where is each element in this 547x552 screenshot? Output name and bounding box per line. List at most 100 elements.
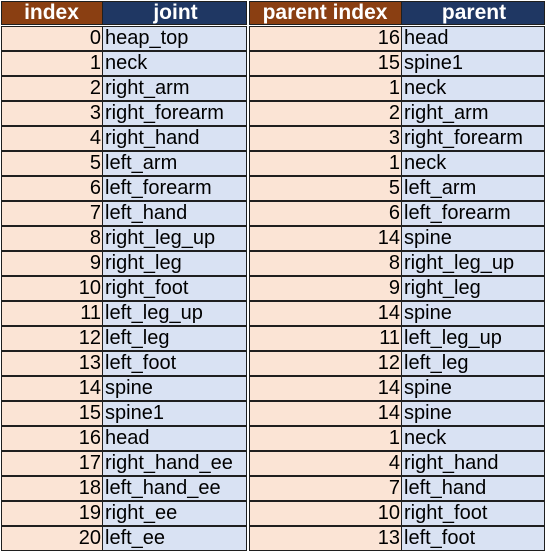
index-cell: 10 xyxy=(1,276,103,301)
table-row: 1 neck xyxy=(249,76,545,101)
table-row: 5 left_arm xyxy=(1,151,247,176)
header-joint: joint xyxy=(102,1,247,25)
parent-index-cell: 14 xyxy=(249,376,402,401)
index-cell: 4 xyxy=(1,126,103,151)
joint-cell: right_ee xyxy=(102,501,247,526)
parent-index-cell: 14 xyxy=(249,301,402,326)
table-row: 3 right_forearm xyxy=(1,101,247,126)
parent-cell: left_hand xyxy=(401,476,545,501)
table-row: 9 right_leg xyxy=(249,276,545,301)
parent-cell: neck xyxy=(401,151,545,176)
table-row: 10 right_foot xyxy=(249,501,545,526)
table-row: 13 left_foot xyxy=(249,526,545,551)
parent-cell: left_foot xyxy=(401,526,545,551)
index-cell: 16 xyxy=(1,426,103,451)
header-parent-index: parent index xyxy=(249,1,402,25)
parent-index-cell: 8 xyxy=(249,251,402,276)
joint-cell: left_arm xyxy=(102,151,247,176)
joint-cell: heap_top xyxy=(102,26,247,51)
parent-index-cell: 12 xyxy=(249,351,402,376)
parent-index-cell: 3 xyxy=(249,126,402,151)
index-cell: 19 xyxy=(1,501,103,526)
parent-cell: left_leg_up xyxy=(401,326,545,351)
table-row: 12 left_leg xyxy=(249,351,545,376)
table-row: 0 heap_top xyxy=(1,26,247,51)
table-row: 15 spine1 xyxy=(249,51,545,76)
parent-cell: right_leg_up xyxy=(401,251,545,276)
index-cell: 15 xyxy=(1,401,103,426)
parent-cell: spine xyxy=(401,226,545,251)
joint-cell: left_leg_up xyxy=(102,301,247,326)
parent-index-cell: 11 xyxy=(249,326,402,351)
parent-index-cell: 10 xyxy=(249,501,402,526)
table-row: 17 right_hand_ee xyxy=(1,451,247,476)
index-cell: 8 xyxy=(1,226,103,251)
parent-index-cell: 1 xyxy=(249,426,402,451)
parent-cell: neck xyxy=(401,76,545,101)
index-cell: 3 xyxy=(1,101,103,126)
table-row: 14 spine xyxy=(249,226,545,251)
parent-index-cell: 7 xyxy=(249,476,402,501)
parent-cell: spine xyxy=(401,401,545,426)
joint-cell: right_arm xyxy=(102,76,247,101)
parent-cell: neck xyxy=(401,426,545,451)
index-cell: 0 xyxy=(1,26,103,51)
parent-index-cell: 4 xyxy=(249,451,402,476)
joint-cell: right_hand_ee xyxy=(102,451,247,476)
index-cell: 9 xyxy=(1,251,103,276)
table-row: 14 spine xyxy=(249,376,545,401)
parent-cell: head xyxy=(401,26,545,51)
table-row: 14 spine xyxy=(1,376,247,401)
joint-cell: neck xyxy=(102,51,247,76)
index-cell: 7 xyxy=(1,201,103,226)
table-row: 1 neck xyxy=(249,151,545,176)
table-row: 16 head xyxy=(1,426,247,451)
index-cell: 14 xyxy=(1,376,103,401)
table-row: 6 left_forearm xyxy=(1,176,247,201)
index-cell: 5 xyxy=(1,151,103,176)
parent-cell: right_arm xyxy=(401,101,545,126)
joint-cell: left_hand xyxy=(102,201,247,226)
parent-index-cell: 9 xyxy=(249,276,402,301)
table-row: 11 left_leg_up xyxy=(1,301,247,326)
joint-cell: spine1 xyxy=(102,401,247,426)
parent-index-cell: 13 xyxy=(249,526,402,551)
table-row: 7 left_hand xyxy=(249,476,545,501)
parent-cell: left_leg xyxy=(401,351,545,376)
parent-cell: spine xyxy=(401,376,545,401)
parent-cell: spine1 xyxy=(401,51,545,76)
index-cell: 2 xyxy=(1,76,103,101)
index-cell: 12 xyxy=(1,326,103,351)
table-row: 11 left_leg_up xyxy=(249,326,545,351)
table-row: 4 right_hand xyxy=(249,451,545,476)
table-row: 20 left_ee xyxy=(1,526,247,551)
parent-cell: left_forearm xyxy=(401,201,545,226)
parent-index-cell: 6 xyxy=(249,201,402,226)
index-cell: 17 xyxy=(1,451,103,476)
index-cell: 1 xyxy=(1,51,103,76)
parent-cell: right_foot xyxy=(401,501,545,526)
table-row: 4 right_hand xyxy=(1,126,247,151)
parent-cell: right_leg xyxy=(401,276,545,301)
parent-rows: 16 head 15 spine1 1 neck 2 right_arm 3 right_fore… xyxy=(249,26,545,551)
parent-cell: right_forearm xyxy=(401,126,545,151)
parent-index-cell: 1 xyxy=(249,76,402,101)
index-cell: 18 xyxy=(1,476,103,501)
parent-cell: spine xyxy=(401,301,545,326)
joint-rows: 0 heap_top 1 neck 2 right_arm 3 right_forearm 4 r… xyxy=(1,26,247,551)
parent-index-cell: 14 xyxy=(249,226,402,251)
table-row: 13 left_foot xyxy=(1,351,247,376)
table-row: 5 left_arm xyxy=(249,176,545,201)
joint-cell: left_forearm xyxy=(102,176,247,201)
table-row: 6 left_forearm xyxy=(249,201,545,226)
joint-cell: right_hand xyxy=(102,126,247,151)
joint-cell: spine xyxy=(102,376,247,401)
header-row-left: index joint xyxy=(1,1,247,25)
table-row: 9 right_leg xyxy=(1,251,247,276)
table-row: 14 spine xyxy=(249,301,545,326)
joint-cell: right_leg xyxy=(102,251,247,276)
table-row: 15 spine1 xyxy=(1,401,247,426)
index-cell: 6 xyxy=(1,176,103,201)
joint-columns: index joint 0 heap_top 1 neck 2 right_arm 3 rig… xyxy=(1,1,247,551)
joint-cell: left_hand_ee xyxy=(102,476,247,501)
